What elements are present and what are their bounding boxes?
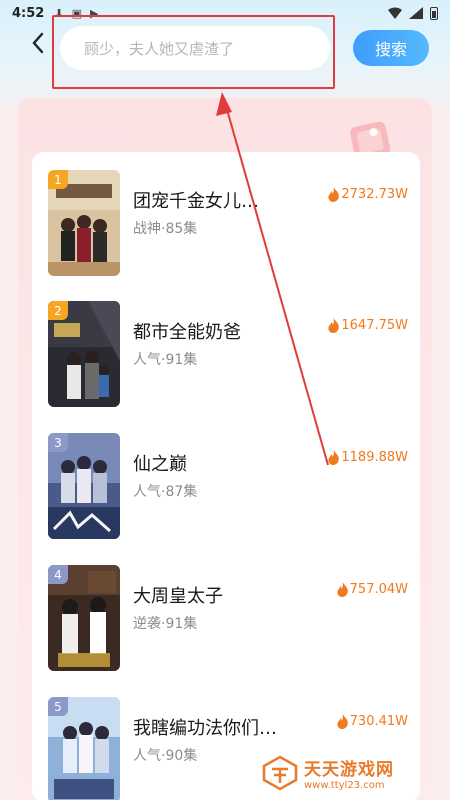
drama-cover-2[interactable]: 2 <box>48 301 120 407</box>
watermark-title: 天天游戏网 <box>304 760 394 780</box>
drama-title: 团宠千金女儿… <box>133 191 259 212</box>
signal-icon <box>409 7 423 19</box>
back-button[interactable] <box>24 32 52 60</box>
drama-meta: 战神·85集 <box>133 221 198 237</box>
list-item[interactable]: 2 都市全能奶爸 人气·91集 1647.75W <box>48 301 418 409</box>
heat-value: 1189.88W <box>327 450 408 465</box>
download-icon: ⬇ <box>54 6 64 20</box>
app-a-icon: ▣ <box>71 6 82 20</box>
rank-badge: 3 <box>48 433 68 452</box>
rank-badge: 4 <box>48 565 68 584</box>
battery-icon <box>430 6 438 20</box>
drama-meta: 逆袭·91集 <box>133 616 198 632</box>
flame-icon <box>337 714 348 729</box>
rank-badge: 1 <box>48 170 68 189</box>
chevron-left-icon <box>32 32 44 54</box>
status-bar: 4:52 ⬇ ▣ ▶ <box>0 0 450 26</box>
search-button-label: 搜索 <box>374 40 407 59</box>
search-button[interactable]: 搜索 <box>353 30 429 66</box>
drama-title: 仙之巅 <box>133 454 187 475</box>
heat-value: 757.04W <box>336 582 408 597</box>
wifi-icon <box>388 7 402 19</box>
heat-text: 1189.88W <box>341 450 408 465</box>
flame-icon <box>328 450 340 465</box>
list-item[interactable]: 1 团宠千金女儿… 战神·85集 2732.73W <box>48 170 418 278</box>
heat-text: 730.41W <box>349 714 408 729</box>
watermark-url: www.ttyl23.com <box>304 780 385 791</box>
list-item[interactable]: 4 大周皇太子 逆袭·91集 757.04W <box>48 565 418 673</box>
flame-icon <box>328 187 340 202</box>
flame-icon <box>328 318 340 333</box>
heat-text: 1647.75W <box>341 318 408 333</box>
drama-title: 大周皇太子 <box>133 586 223 607</box>
search-placeholder: 顾少，夫人她又虐渣了 <box>84 39 235 58</box>
heat-value: 730.41W <box>336 714 408 729</box>
watermark: 天天游戏网 www.ttyl23.com <box>262 752 422 794</box>
drama-meta: 人气·91集 <box>133 352 198 368</box>
heat-value: 2732.73W <box>327 187 408 202</box>
heat-value: 1647.75W <box>327 318 408 333</box>
drama-title: 我瞎编功法你们… <box>133 718 277 739</box>
play-store-icon: ▶ <box>89 6 99 20</box>
rank-badge: 2 <box>48 301 68 320</box>
list-item[interactable]: 3 仙之巅 人气·87集 1189.88W <box>48 433 418 541</box>
heat-text: 2732.73W <box>341 187 408 202</box>
flame-icon <box>337 582 348 597</box>
heat-text: 757.04W <box>349 582 408 597</box>
drama-cover-5[interactable]: 5 <box>48 697 120 800</box>
drama-cover-4[interactable]: 4 <box>48 565 120 671</box>
drama-meta: 人气·90集 <box>133 748 198 764</box>
drama-meta: 人气·87集 <box>133 484 198 500</box>
rank-badge: 5 <box>48 697 68 716</box>
search-input[interactable]: 顾少，夫人她又虐渣了 <box>60 26 330 70</box>
drama-title: 都市全能奶爸 <box>133 322 241 343</box>
drama-cover-1[interactable]: 1 <box>48 170 120 276</box>
drama-cover-3[interactable]: 3 <box>48 433 120 539</box>
status-time: 4:52 <box>12 5 45 21</box>
watermark-logo <box>262 755 298 791</box>
